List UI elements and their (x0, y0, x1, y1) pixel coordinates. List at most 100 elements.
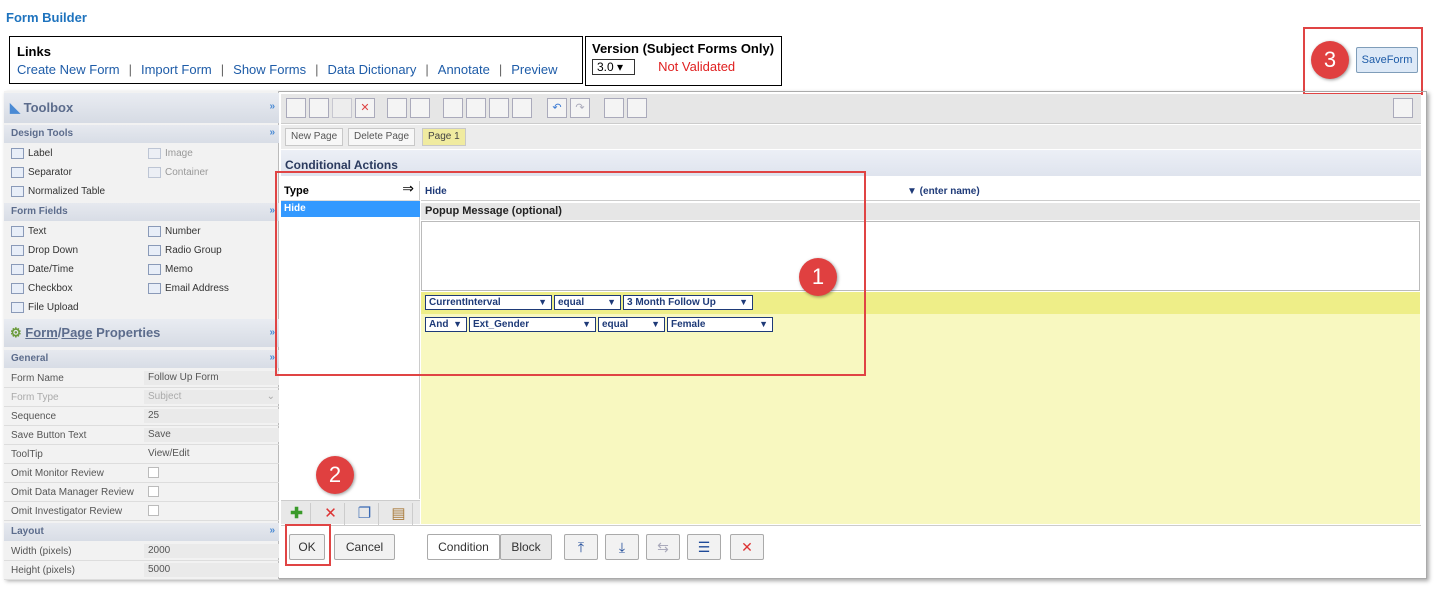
paste-icon[interactable] (489, 98, 509, 118)
links-heading: Links (17, 44, 51, 59)
layout-section-header[interactable]: Layout » (4, 523, 279, 541)
tool-datetime[interactable]: Date/Time (11, 264, 74, 275)
tool-text[interactable]: Text (11, 226, 46, 237)
cancel-button[interactable]: Cancel (334, 534, 395, 560)
preview-link[interactable]: Preview (511, 62, 557, 77)
align-right-icon[interactable] (410, 98, 430, 118)
tool-file-upload-text: File Upload (28, 302, 79, 314)
annotate-link[interactable]: Annotate (438, 62, 490, 77)
tool-memo[interactable]: Memo (148, 264, 193, 275)
maximize-icon[interactable] (1393, 98, 1413, 118)
move-top-icon[interactable]: ⤒ (564, 534, 598, 560)
toolbox-header[interactable]: ◣ Toolbox » (4, 93, 279, 123)
import-form-link[interactable]: Import Form (141, 62, 212, 77)
align-left-icon[interactable] (387, 98, 407, 118)
redo-icon[interactable]: ↷ (570, 98, 590, 118)
condition-toggle[interactable]: Condition (427, 534, 500, 560)
tool-label[interactable]: Label (11, 148, 52, 159)
prop-value-input[interactable]: View/Edit (144, 447, 279, 461)
checkbox[interactable] (148, 505, 159, 516)
undo-icon[interactable]: ↶ (547, 98, 567, 118)
settings-icon[interactable] (627, 98, 647, 118)
prop-name: Height (pixels) (11, 565, 75, 576)
general-section-header[interactable]: General» (4, 350, 279, 368)
create-new-form-link[interactable]: Create New Form (17, 62, 120, 77)
container-icon (148, 167, 161, 178)
collapse-icon[interactable]: » (269, 127, 275, 138)
select-icon[interactable] (286, 98, 306, 118)
prop-tooltip: ToolTip View/Edit (4, 445, 279, 464)
prop-value-input[interactable]: 25 (144, 409, 279, 423)
tool-radio-group[interactable]: Radio Group (148, 245, 222, 256)
prop-value-input[interactable]: Save (144, 428, 279, 442)
format-icon[interactable] (443, 98, 463, 118)
move-bottom-icon[interactable]: ⤓ (605, 534, 639, 560)
tool-drop-down[interactable]: Drop Down (11, 245, 78, 256)
editor-toolbar: ✕ ↶ ↷ (281, 94, 1421, 124)
version-value: 3.0 (597, 60, 614, 74)
prop-name: Sequence (11, 411, 57, 422)
page-title: Form Builder (6, 10, 87, 25)
design-tools-header[interactable]: Design Tools » (4, 125, 279, 143)
tool-file-upload[interactable]: File Upload (11, 302, 79, 313)
prop-value-input[interactable]: 2000 (144, 544, 279, 558)
prop-save-button-text: Save Button Text Save (4, 426, 279, 445)
block-toggle[interactable]: Block (500, 534, 552, 560)
checkbox[interactable] (148, 486, 159, 497)
tab-page-1[interactable]: Page 1 (422, 128, 466, 146)
label-icon (11, 148, 24, 159)
folder-icon[interactable] (512, 98, 532, 118)
action-name-input[interactable]: ▼ (enter name) (907, 186, 980, 197)
delete-page-button[interactable]: Delete Page (348, 128, 416, 146)
data-dictionary-link[interactable]: Data Dictionary (328, 62, 417, 77)
delete-icon[interactable]: ✕ (317, 503, 345, 525)
new-page-button[interactable]: New Page (285, 128, 344, 146)
image-icon (148, 148, 161, 159)
prop-name: Omit Investigator Review (11, 506, 123, 517)
tool-separator[interactable]: Separator (11, 167, 72, 178)
show-forms-link[interactable]: Show Forms (233, 62, 306, 77)
group-icon[interactable] (309, 98, 329, 118)
add-icon[interactable]: ✚ (283, 503, 311, 525)
form-fields-header[interactable]: Form Fields» (4, 203, 279, 221)
grid-icon[interactable] (604, 98, 624, 118)
tool-email[interactable]: Email Address (148, 283, 229, 294)
prop-width: Width (pixels) 2000 (4, 542, 279, 561)
layout-label: Layout (11, 526, 44, 537)
checkbox[interactable] (148, 467, 159, 478)
swap-icon[interactable]: ⇆ (646, 534, 680, 560)
paste-icon[interactable]: ▤ (385, 503, 413, 525)
highlight-box-1 (275, 171, 866, 376)
prop-value-input[interactable]: Follow Up Form (144, 371, 279, 385)
gear-icon: ⚙ (10, 325, 22, 340)
version-select[interactable]: 3.0 ▾ (592, 59, 635, 75)
prop-height: Height (pixels) 5000 (4, 561, 279, 580)
general-label: General (11, 353, 49, 364)
form-properties-link[interactable]: Form (25, 325, 58, 340)
tool-label-text: Label (28, 148, 53, 160)
page-bar: New Page Delete Page Page 1 (281, 125, 1421, 149)
dropdown-icon (11, 245, 24, 256)
validation-status: Not Validated (658, 59, 736, 74)
copy-icon[interactable]: ❐ (351, 503, 379, 525)
list-icon[interactable]: ☰ (687, 534, 721, 560)
pointer-icon[interactable] (332, 98, 352, 118)
copy-icon[interactable] (466, 98, 486, 118)
tool-number[interactable]: Number (148, 226, 201, 237)
page-properties-link[interactable]: Page (61, 325, 92, 340)
delete-icon[interactable]: ✕ (355, 98, 375, 118)
tool-memo-text: Memo (165, 264, 193, 276)
link-separator: | (220, 62, 225, 77)
collapse-icon[interactable]: » (269, 101, 275, 112)
prop-value-input[interactable]: 5000 (144, 563, 279, 577)
radio-group-icon (148, 245, 161, 256)
properties-header[interactable]: ⚙ Form/Page Properties » (4, 319, 279, 347)
bottom-bar: OK Cancel Condition Block ⤒ ⤓ ⇆ ☰ ✕ (281, 525, 1421, 563)
tool-checkbox-text: Checkbox (28, 283, 73, 295)
tool-normalized-table[interactable]: Normalized Table (11, 186, 105, 197)
toolbox-icon: ◣ (10, 100, 20, 115)
tool-checkbox[interactable]: Checkbox (11, 283, 72, 294)
delete-icon[interactable]: ✕ (730, 534, 764, 560)
collapse-icon[interactable]: » (269, 525, 275, 536)
save-form-button[interactable]: SaveForm (1356, 47, 1418, 73)
